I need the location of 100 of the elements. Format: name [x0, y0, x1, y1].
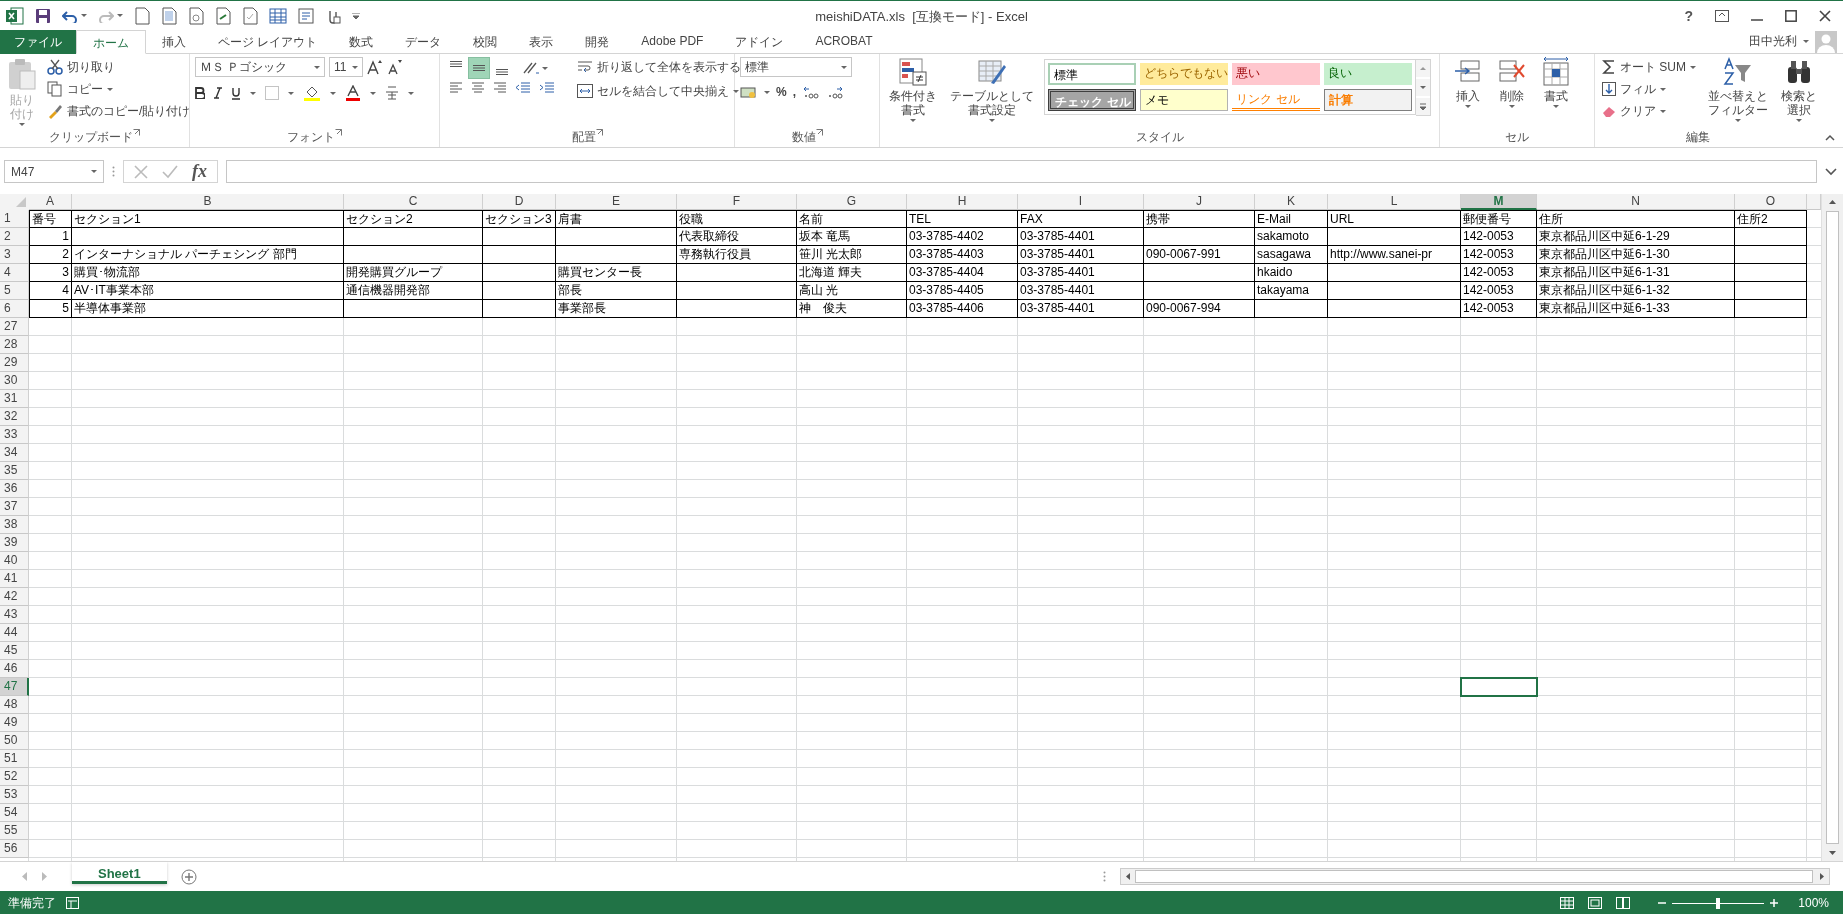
column-header[interactable]: N: [1537, 194, 1735, 210]
column-header[interactable]: I: [1018, 194, 1144, 210]
clear-button[interactable]: クリア: [1600, 101, 1698, 121]
delete-button[interactable]: 削除: [1495, 57, 1529, 129]
row-header[interactable]: 43: [0, 606, 29, 624]
ribbon-tab[interactable]: ホーム: [76, 30, 146, 54]
row-header[interactable]: 55: [0, 822, 29, 840]
row-header[interactable]: 34: [0, 444, 29, 462]
row-header[interactable]: 46: [0, 660, 29, 678]
name-box[interactable]: M47: [4, 160, 104, 183]
row-header[interactable]: 36: [0, 480, 29, 498]
row-header[interactable]: 40: [0, 552, 29, 570]
row-header[interactable]: 48: [0, 696, 29, 714]
user-name[interactable]: 田中光利: [1749, 33, 1797, 50]
merge-center-button[interactable]: セルを結合して中央揃え: [575, 81, 743, 101]
ribbon-tab[interactable]: 挿入: [146, 30, 202, 54]
font-size-field[interactable]: 11: [329, 57, 363, 77]
find-select-button[interactable]: 検索と選択: [1777, 57, 1822, 129]
column-header[interactable]: M: [1461, 194, 1537, 210]
wrap-text-button[interactable]: 折り返して全体を表示する: [575, 57, 743, 77]
table-cell: 142-0053: [1461, 228, 1537, 246]
row-header[interactable]: 29: [0, 354, 29, 372]
help-button[interactable]: ?: [1684, 7, 1693, 24]
row-header[interactable]: 38: [0, 516, 29, 534]
cut-button[interactable]: 切り取り: [45, 57, 193, 77]
row-header[interactable]: 51: [0, 750, 29, 768]
row-header[interactable]: 53: [0, 786, 29, 804]
table-cell: インターナショナル パーチェシング 部門: [72, 246, 344, 264]
column-header[interactable]: B: [72, 194, 344, 210]
table-cell: 携帯: [1144, 210, 1255, 228]
column-header[interactable]: J: [1144, 194, 1255, 210]
row-header[interactable]: 52: [0, 768, 29, 786]
column-header[interactable]: E: [556, 194, 677, 210]
row-header[interactable]: 1: [0, 210, 29, 228]
row-header[interactable]: 56: [0, 840, 29, 858]
row-header[interactable]: 33: [0, 426, 29, 444]
row-header[interactable]: 41: [0, 570, 29, 588]
percent-button[interactable]: %: [776, 85, 787, 99]
row-header[interactable]: 54: [0, 804, 29, 822]
row-header[interactable]: 49: [0, 714, 29, 732]
row-header[interactable]: 5: [0, 282, 29, 300]
conditional-formatting-button[interactable]: 条件付き書式: [885, 57, 941, 129]
column-header[interactable]: K: [1255, 194, 1328, 210]
zoom-level[interactable]: 100%: [1798, 896, 1829, 910]
row-header[interactable]: 35: [0, 462, 29, 480]
row-header[interactable]: 28: [0, 336, 29, 354]
format-as-table-button[interactable]: テーブルとして書式設定: [946, 57, 1039, 129]
row-header[interactable]: 47: [0, 678, 29, 696]
table-cell: 肩書: [556, 210, 677, 228]
file-tab[interactable]: ファイル: [0, 30, 76, 54]
row-header[interactable]: 37: [0, 498, 29, 516]
ribbon-tab[interactable]: 開発: [569, 30, 626, 54]
row-header[interactable]: 27: [0, 318, 29, 336]
row-header[interactable]: 39: [0, 534, 29, 552]
cell-style-option[interactable]: どちらでもない: [1140, 63, 1229, 85]
column-header[interactable]: A: [29, 194, 72, 210]
ribbon-tab[interactable]: 校閲: [457, 30, 514, 54]
row-header[interactable]: 3: [0, 246, 29, 264]
column-header[interactable]: C: [344, 194, 483, 210]
row-header[interactable]: 32: [0, 408, 29, 426]
row-header[interactable]: 6: [0, 300, 29, 318]
copy-button[interactable]: コピー: [45, 79, 193, 99]
column-header[interactable]: D: [483, 194, 556, 210]
column-header[interactable]: O: [1735, 194, 1807, 210]
cell-style-option[interactable]: メモ: [1140, 89, 1229, 111]
row-header[interactable]: 2: [0, 228, 29, 246]
ribbon-tab[interactable]: 数式: [333, 30, 390, 54]
column-header[interactable]: G: [797, 194, 907, 210]
cell-style-option[interactable]: 悪い: [1232, 63, 1321, 85]
insert-function-button[interactable]: fx: [192, 161, 207, 182]
cell-styles-gallery[interactable]: 標準 どちらでもない 悪い 良い チェック セル メモ リンク セル 計算: [1044, 59, 1417, 115]
row-header[interactable]: 45: [0, 642, 29, 660]
ribbon-tab[interactable]: ページ レイアウト: [202, 30, 334, 54]
row-header[interactable]: 30: [0, 372, 29, 390]
column-header[interactable]: F: [677, 194, 797, 210]
row-header[interactable]: 4: [0, 264, 29, 282]
ribbon-tab[interactable]: ACROBAT: [799, 30, 889, 54]
ribbon-tab[interactable]: データ: [389, 30, 458, 54]
comma-style-button[interactable]: ,: [792, 85, 796, 99]
cell-style-option[interactable]: 標準: [1048, 63, 1137, 85]
ribbon-tab[interactable]: Adobe PDF: [625, 30, 720, 54]
table-cell: 03-3785-4401: [1018, 228, 1144, 246]
row-header[interactable]: 31: [0, 390, 29, 408]
row-header[interactable]: 42: [0, 588, 29, 606]
insert-button[interactable]: 挿入: [1451, 57, 1485, 129]
column-header[interactable]: H: [907, 194, 1018, 210]
autosum-button[interactable]: オート SUM: [1600, 57, 1698, 77]
column-header[interactable]: L: [1328, 194, 1461, 210]
row-header[interactable]: 50: [0, 732, 29, 750]
sort-filter-button[interactable]: 並べ替えとフィルター: [1704, 57, 1772, 129]
font-name-field[interactable]: ＭＳ Ｐゴシック: [195, 57, 325, 77]
cell-style-option[interactable]: 良い: [1324, 63, 1413, 85]
row-header[interactable]: 44: [0, 624, 29, 642]
ribbon-tab[interactable]: 表示: [513, 30, 570, 54]
sheet-tab[interactable]: Sheet1: [72, 862, 167, 884]
format-painter-button[interactable]: 書式のコピー/貼り付け: [45, 101, 193, 121]
ribbon-tab[interactable]: アドイン: [719, 30, 800, 54]
fill-button[interactable]: フィル: [1600, 79, 1698, 99]
format-button[interactable]: 書式: [1539, 57, 1573, 129]
number-format-field[interactable]: 標準: [740, 57, 852, 77]
